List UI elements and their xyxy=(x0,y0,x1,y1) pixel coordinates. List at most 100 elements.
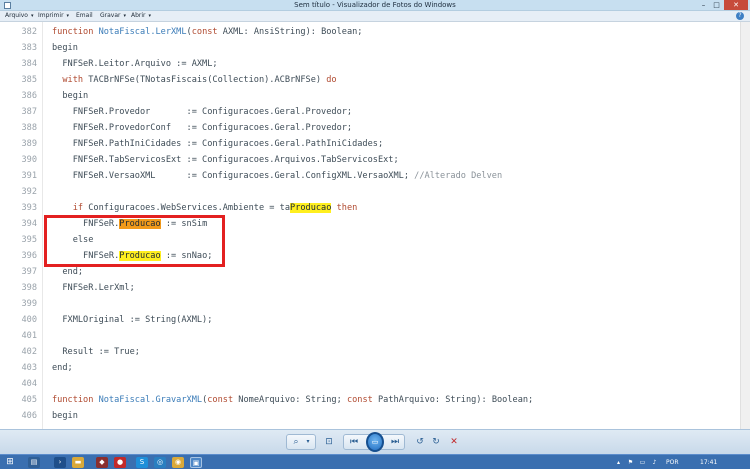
code-text: FNFSeR.Leitor.Arquivo := AXML; xyxy=(52,59,218,69)
start-button[interactable]: ⊞ xyxy=(4,457,16,468)
file-explorer-icon[interactable]: ▬ xyxy=(72,457,84,468)
code-line: 387 FNFSeR.Provedor := Configuracoes.Ger… xyxy=(0,104,740,120)
taskbar: ⊞ ▤ › ▬ ◆ ● S ◎ ◉ ▣ ▴ ⚑ ▭ ♪ POR 17:41 xyxy=(0,454,750,469)
line-number: 402 xyxy=(21,347,37,357)
chevron-down-icon: ▾ xyxy=(148,13,152,19)
code-text: Result := True; xyxy=(52,347,140,357)
stop-icon[interactable]: ● xyxy=(114,457,126,468)
keyword-do: do xyxy=(326,75,337,85)
menu-abrir-label: Abrir xyxy=(131,12,146,19)
line-number: 397 xyxy=(21,267,37,277)
system-tray: ▴ ⚑ ▭ ♪ POR 17:41 xyxy=(610,455,750,469)
help-icon[interactable]: ? xyxy=(736,12,744,20)
code-line: 406 begin xyxy=(0,408,740,424)
network-icon[interactable]: ▴ xyxy=(614,458,623,467)
line-number: 391 xyxy=(21,171,37,181)
photo-viewport[interactable]: 382 function NotaFiscal.LerXML(const AXM… xyxy=(0,22,750,429)
code-text: if Configuracoes.WebServices.Ambiente = … xyxy=(52,200,357,216)
line-number: 382 xyxy=(21,27,37,37)
code-line: 386 begin xyxy=(0,88,740,104)
line-number: 403 xyxy=(21,363,37,373)
chevron-down-icon: ▾ xyxy=(30,13,34,19)
vertical-scrollbar[interactable] xyxy=(740,22,750,429)
rotate-counterclockwise-icon[interactable]: ↺ xyxy=(414,435,426,449)
chevron-down-icon: ▾ xyxy=(123,13,127,19)
menu-imprimir[interactable]: Imprimir ▾ xyxy=(38,12,69,20)
input-language[interactable]: POR xyxy=(666,458,679,467)
rotate-clockwise-icon[interactable]: ↻ xyxy=(430,435,442,449)
code-text: FNFSeR.VersaoXML := Configuracoes.Geral.… xyxy=(52,168,502,184)
window-title: Sem título - Visualizador de Fotos do Wi… xyxy=(294,1,456,9)
highlighted-producao: Producao xyxy=(290,203,332,213)
close-button[interactable]: ✕ xyxy=(724,0,748,10)
line-number: 401 xyxy=(21,331,37,341)
menu-email[interactable]: Email xyxy=(76,12,93,20)
line-number: 387 xyxy=(21,107,37,117)
window-title-bar: Sem título - Visualizador de Fotos do Wi… xyxy=(0,0,750,11)
menu-arquivo-label: Arquivo xyxy=(5,12,28,19)
chevron-down-icon: ▾ xyxy=(66,13,70,19)
red-annotation-box xyxy=(44,215,225,267)
browser-icon[interactable]: ◎ xyxy=(154,457,166,468)
keyword-const: const xyxy=(346,395,373,405)
clock[interactable]: 17:41 xyxy=(700,458,717,467)
menu-email-label: Email xyxy=(76,12,93,19)
line-number: 400 xyxy=(21,315,37,325)
code-fragment: AXML: AnsiString): Boolean; xyxy=(217,27,363,37)
line-number: 383 xyxy=(21,43,37,53)
delete-icon[interactable]: ✕ xyxy=(448,435,460,449)
monitor-icon[interactable]: ▭ xyxy=(638,458,647,467)
code-comment: //Alterado Delven xyxy=(414,171,503,181)
code-line: 399 xyxy=(0,296,740,312)
line-number: 393 xyxy=(21,203,37,213)
keyword-with: with xyxy=(52,75,84,85)
keyword-function: function xyxy=(52,27,99,37)
menu-gravar[interactable]: Gravar ▾ xyxy=(100,12,126,20)
code-fragment: TACBrNFSe(TNotasFiscais(Collection).ACBr… xyxy=(83,75,327,85)
code-text: FNFSeR.ProvedorConf := Configuracoes.Ger… xyxy=(52,123,353,133)
code-text: begin xyxy=(52,43,78,53)
menu-arquivo[interactable]: Arquivo ▾ xyxy=(5,12,33,20)
flag-icon[interactable]: ⚑ xyxy=(626,458,635,467)
code-text: function NotaFiscal.LerXML(const AXML: A… xyxy=(52,24,362,40)
menu-abrir[interactable]: Abrir ▾ xyxy=(131,12,151,20)
keyword-const: const xyxy=(191,27,218,37)
actual-size-icon[interactable]: ⊡ xyxy=(322,435,336,449)
code-line: 390 FNFSeR.TabServicosExt := Configuraco… xyxy=(0,152,740,168)
menu-imprimir-label: Imprimir xyxy=(38,12,64,19)
code-text: FNFSeR.PathIniCidades := Configuracoes.G… xyxy=(52,139,384,149)
delphi-icon[interactable]: ◆ xyxy=(96,457,108,468)
code-line: 398 FNFSeR.LerXml; xyxy=(0,280,740,296)
function-name: NotaFiscal.LerXML xyxy=(98,27,187,37)
zoom-dropdown-chevron-icon[interactable]: ▾ xyxy=(303,435,313,449)
keyword-if: if xyxy=(52,203,84,213)
chrome-icon[interactable]: ◉ xyxy=(172,457,184,468)
skype-icon[interactable]: S xyxy=(136,457,148,468)
code-line: 384 FNFSeR.Leitor.Arquivo := AXML; xyxy=(0,56,740,72)
next-icon[interactable]: ⏭ xyxy=(387,435,403,449)
code-fragment: Configuracoes.WebServices.Ambiente = ta xyxy=(83,203,291,213)
line-number: 398 xyxy=(21,283,37,293)
line-number: 385 xyxy=(21,75,37,85)
function-name: NotaFiscal.GravarXML xyxy=(98,395,203,405)
powershell-icon[interactable]: › xyxy=(54,457,66,468)
code-text: function NotaFiscal.GravarXML(const Nome… xyxy=(52,392,533,408)
keyword-then: then xyxy=(336,203,358,213)
line-number: 392 xyxy=(21,187,37,197)
maximize-button[interactable]: □ xyxy=(710,0,723,10)
keyword-const: const xyxy=(207,395,234,405)
server-manager-icon[interactable]: ▤ xyxy=(28,457,40,468)
previous-icon[interactable]: ⏮ xyxy=(346,435,362,449)
photo-viewer-taskbar-icon[interactable]: ▣ xyxy=(190,457,202,468)
line-number: 388 xyxy=(21,123,37,133)
code-line: 392 xyxy=(0,184,740,200)
line-number: 396 xyxy=(21,251,37,261)
menu-gravar-label: Gravar xyxy=(100,12,121,19)
line-number: 384 xyxy=(21,59,37,69)
minimize-button[interactable]: – xyxy=(697,0,710,10)
menu-bar: Arquivo ▾ Imprimir ▾ Email Gravar ▾ Abrir ▾ … xyxy=(0,11,750,22)
volume-icon[interactable]: ♪ xyxy=(650,458,659,467)
zoom-icon[interactable]: ⌕ xyxy=(290,435,302,449)
line-number: 390 xyxy=(21,155,37,165)
slideshow-button[interactable]: ▭ xyxy=(366,432,384,452)
